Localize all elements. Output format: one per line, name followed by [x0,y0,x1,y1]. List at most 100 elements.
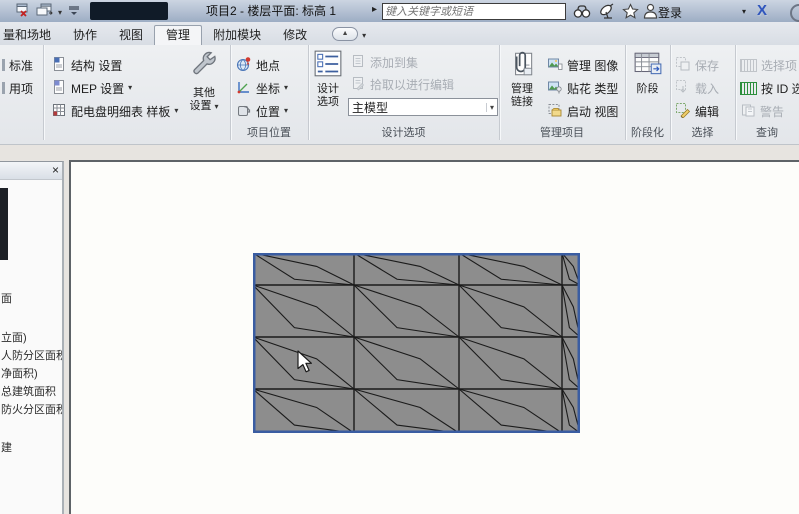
save-selection-icon [675,56,691,75]
chevron-down-icon: ▾ [486,103,494,112]
edit-selection-button[interactable]: 编辑 [675,102,719,120]
tree-item[interactable]: 防火分区面积 [1,401,64,417]
switch-windows-icon[interactable] [35,2,53,23]
additional-settings-button[interactable]: 其他 设置 ▾ [181,49,227,113]
tab-manage[interactable]: 管理 [154,25,202,45]
selected-floor-pattern-element[interactable] [253,253,580,433]
close-icon[interactable]: × [52,163,59,177]
project-browser-header: × [0,162,62,180]
tab-addins[interactable]: 附加模块 [202,26,272,45]
panel-label: 设计选项 [308,126,499,140]
mep-settings-button[interactable]: MEP 设置 ▾ [51,79,132,97]
search-input[interactable] [382,3,566,20]
pick-to-edit-button: 拾取以进行编辑 [350,75,454,93]
search-binoculars-icon[interactable] [572,3,592,24]
panel-schedule-templates-button[interactable]: 配电盘明细表 样板 ▾ [51,102,178,120]
quick-access-toolbar: ▾ [14,2,81,23]
window-title: 项目2 - 楼层平面: 标高 1 [170,0,372,22]
warnings-icon [740,102,756,121]
panel-settings: 结构 设置 MEP 设置 ▾ [43,45,231,140]
panel-manage-project: 管理 链接 管理 图像 [499,45,626,140]
panel-project-location: 地点 坐标 ▾ [230,45,309,140]
panel-selection: 保存 载入 编辑 [670,45,736,140]
chevron-down-icon: ▾ [215,102,219,111]
manage-images-button[interactable]: 管理 图像 [547,56,618,74]
tree-item[interactable]: 总建筑面积 [1,383,56,399]
load-selection-button: 载入 [675,79,719,97]
tree-item[interactable]: 面 [1,290,12,306]
ribbon: 标准 用项 结构 设置 [0,45,799,145]
tab-view[interactable]: 视图 [108,26,154,45]
starting-view-button[interactable]: 启动 视图 [547,102,618,120]
paperclip-page-icon [507,70,537,82]
close-hidden-windows-icon[interactable] [14,2,30,23]
tree-item[interactable]: 建 [1,439,12,455]
cut-icon [2,59,5,71]
barcode-icon [740,59,757,72]
add-to-set-icon [350,53,366,72]
position-icon [236,102,252,121]
decal-types-button[interactable]: 贴花 类型 [547,79,618,97]
barcode-cursor-icon [740,82,757,95]
add-to-set-button: 添加到集 [350,53,418,71]
ribbon-tab-bar: 量和场地 协作 视图 管理 附加模块 修改 ▲ ▾ [0,22,799,45]
chevron-down-icon: ▾ [284,84,288,92]
coordinates-button[interactable]: 坐标 ▾ [236,79,288,97]
chevron-down-icon: ▾ [284,107,288,115]
tree-item[interactable]: 人防分区面积 [1,347,64,363]
panel-project-standards: 标准 用项 [0,45,44,140]
save-selection-button: 保存 [675,56,719,74]
title-bar: ▾ 项目2 - 楼层平面: 标高 1 ▸ [0,0,799,23]
customize-qat-icon[interactable] [67,3,81,22]
favorites-star-icon[interactable] [622,3,639,24]
switch-windows-caret-icon[interactable]: ▾ [58,9,62,17]
warnings-button: 警告 [740,102,784,120]
edit-pencil-icon [675,102,691,121]
chevron-down-icon: ▾ [174,107,178,115]
phases-table-icon [633,70,663,82]
user-icon[interactable] [643,3,658,24]
panel-label: 管理项目 [499,126,625,140]
tab-collaborate[interactable]: 协作 [62,26,108,45]
select-items-button: 选择项 [740,56,797,74]
location-button[interactable]: 地点 [236,56,280,74]
design-options-list-icon [313,70,343,82]
panel-inquiry: 选择项 按 ID 选 警告 查询 [735,45,799,140]
revit-window: ▾ 项目2 - 楼层平面: 标高 1 ▸ [0,0,799,514]
panel-schedule-icon [51,102,67,121]
sign-in-button[interactable]: 登录 [658,4,682,21]
minimize-ribbon-button[interactable]: ▲ [332,27,358,41]
phases-button[interactable]: 阶段 [625,49,670,96]
chevron-down-icon: ▾ [128,84,132,92]
title-flyout-arrow-icon[interactable]: ▸ [372,4,377,15]
load-selection-icon [675,79,691,98]
decal-icon [547,79,563,98]
starting-view-icon [547,102,563,121]
tree-item[interactable]: 立面) [1,329,27,345]
position-button[interactable]: 位置 ▾ [236,102,288,120]
panel-label: 项目位置 [230,126,308,140]
select-by-id-button[interactable]: 按 ID 选 [740,79,799,97]
tree-item[interactable]: 净面积) [1,365,38,381]
design-options-button[interactable]: 设计 选项 [311,49,345,109]
sign-in-caret-icon[interactable]: ▾ [742,7,746,16]
purge-unused-button[interactable]: 用项 [2,79,33,97]
active-design-option-select[interactable]: 主模型 ▾ [348,98,498,116]
manage-links-button[interactable]: 管理 链接 [502,49,542,109]
panel-design-options: 设计 选项 添加到集 [308,45,500,140]
structural-settings-button[interactable]: 结构 设置 [51,56,122,74]
transfer-standards-button[interactable]: 标准 [2,56,33,74]
help-icon[interactable] [790,4,799,22]
tab-modify[interactable]: 修改 [272,26,318,45]
communication-center-icon[interactable] [598,3,616,24]
structural-settings-icon [51,56,67,75]
pick-to-edit-icon [350,75,366,94]
project-browser-panel: × 面 立面) 人防分区面积 净面积) 总建筑面积 防火分区面积 建 [0,161,64,514]
exchange-apps-icon[interactable]: X [757,2,767,19]
panel-phasing: 阶段 阶段化 [625,45,671,140]
mep-settings-icon [51,79,67,98]
image-icon [547,56,563,75]
panel-label: 选择 [670,126,735,140]
minimize-ribbon-caret-icon[interactable]: ▾ [362,32,366,40]
tab-massing-site[interactable]: 量和场地 [0,26,62,45]
